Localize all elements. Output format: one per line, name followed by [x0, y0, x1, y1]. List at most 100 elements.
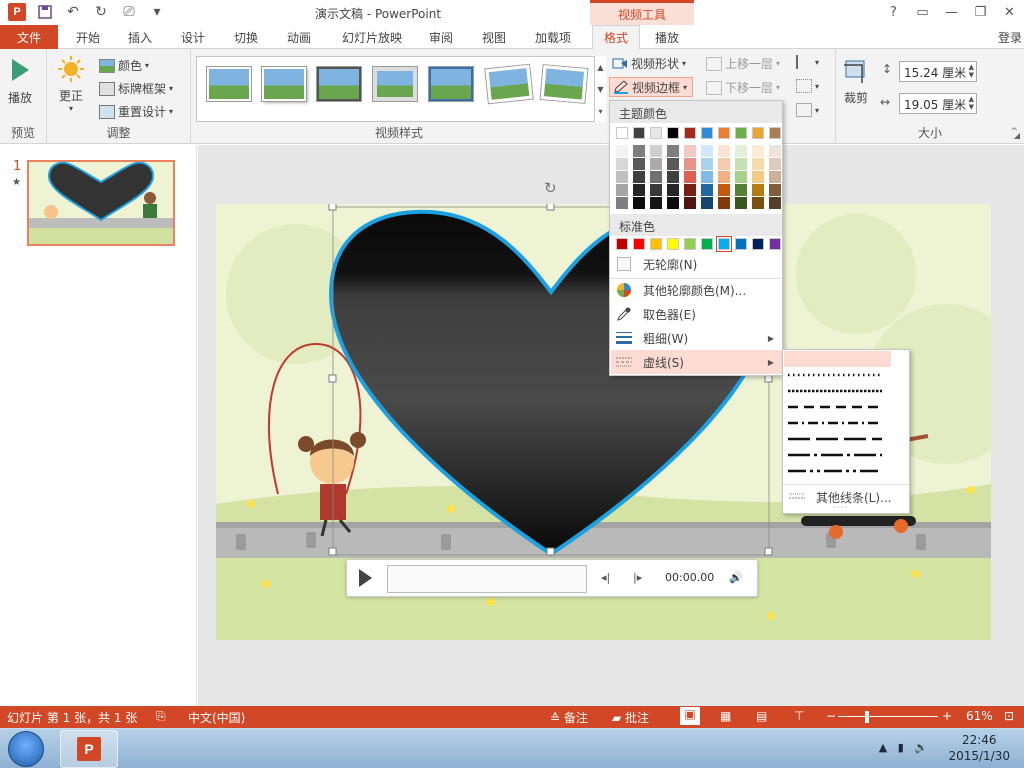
theme-shade-swatch[interactable]: [616, 158, 628, 170]
tab-view[interactable]: 视图: [469, 25, 519, 49]
standard-color-swatch[interactable]: [650, 238, 662, 250]
network-icon[interactable]: ▮: [898, 741, 904, 754]
dash-style-square-dot[interactable]: [786, 383, 886, 399]
dash-style-dash-dot[interactable]: [786, 415, 886, 431]
tab-animations[interactable]: 动画: [274, 25, 324, 49]
tab-design[interactable]: 设计: [168, 25, 218, 49]
theme-color-swatch[interactable]: [667, 127, 679, 139]
theme-shade-swatch[interactable]: [701, 184, 713, 196]
dash-style-long-dash-dot[interactable]: [786, 447, 886, 463]
taskbar-clock[interactable]: 22:46 2015/1/30: [948, 732, 1010, 764]
fit-slide-icon[interactable]: ⊡: [1004, 709, 1014, 723]
help-icon[interactable]: ?: [879, 0, 908, 25]
theme-shade-swatch[interactable]: [616, 197, 628, 209]
theme-color-swatch[interactable]: [735, 127, 747, 139]
theme-shade-swatch[interactable]: [701, 158, 713, 170]
theme-shade-swatch[interactable]: [650, 184, 662, 196]
collapse-ribbon-icon[interactable]: ^: [1010, 127, 1018, 137]
theme-shade-swatch[interactable]: [718, 171, 730, 183]
rotate-button[interactable]: ▾: [796, 103, 819, 117]
tab-playback[interactable]: 播放: [643, 25, 691, 49]
video-style-thumb[interactable]: [207, 67, 251, 101]
theme-shade-swatch[interactable]: [650, 171, 662, 183]
theme-shade-swatch[interactable]: [769, 184, 781, 196]
theme-color-swatch[interactable]: [752, 127, 764, 139]
volume-tray-icon[interactable]: 🔈: [914, 741, 928, 754]
slideshow-view-icon[interactable]: ⊤: [794, 709, 804, 723]
tab-slideshow[interactable]: 幻灯片放映: [330, 25, 414, 49]
theme-shade-swatch[interactable]: [769, 158, 781, 170]
dash-style-long-dash[interactable]: [786, 431, 886, 447]
theme-shade-swatch[interactable]: [667, 197, 679, 209]
color-button[interactable]: 颜色 ▾: [99, 57, 149, 74]
bring-forward-button[interactable]: 上移一层 ▾: [706, 55, 780, 72]
skip-forward-icon[interactable]: |▸: [633, 571, 642, 584]
theme-shade-swatch[interactable]: [684, 158, 696, 170]
theme-shade-swatch[interactable]: [616, 171, 628, 183]
theme-shade-swatch[interactable]: [684, 145, 696, 157]
theme-shade-swatch[interactable]: [667, 158, 679, 170]
reading-view-icon[interactable]: ▤: [756, 709, 767, 723]
notes-button[interactable]: ≙ 备注: [550, 709, 588, 726]
video-shape-button[interactable]: 视频形状 ▾: [612, 55, 686, 72]
theme-shade-swatch[interactable]: [701, 145, 713, 157]
normal-view-icon[interactable]: ▣: [680, 707, 700, 725]
standard-color-swatch[interactable]: [769, 238, 781, 250]
video-style-thumb[interactable]: [262, 67, 306, 101]
standard-color-swatch[interactable]: [616, 238, 628, 250]
tab-home[interactable]: 开始: [63, 25, 113, 49]
theme-shade-swatch[interactable]: [667, 145, 679, 157]
standard-color-swatch[interactable]: [716, 236, 732, 252]
theme-shade-swatch[interactable]: [718, 197, 730, 209]
theme-color-swatch[interactable]: [701, 127, 713, 139]
standard-color-swatch[interactable]: [684, 238, 696, 250]
minimize-icon[interactable]: —: [937, 0, 966, 25]
poster-frame-button[interactable]: 标牌框架 ▾: [99, 80, 173, 97]
tab-file[interactable]: 文件: [0, 25, 58, 49]
theme-shade-swatch[interactable]: [735, 171, 747, 183]
dash-style-dash[interactable]: [786, 399, 886, 415]
theme-shade-swatch[interactable]: [769, 197, 781, 209]
video-style-thumb[interactable]: [429, 67, 473, 101]
comments-button[interactable]: ▰ 批注: [612, 709, 649, 726]
theme-shade-swatch[interactable]: [633, 171, 645, 183]
play-button[interactable]: 播放: [8, 57, 32, 106]
resize-grip-icon[interactable]: ····: [833, 503, 848, 513]
theme-shade-swatch[interactable]: [735, 145, 747, 157]
weight-item[interactable]: 粗细(W) ▶: [611, 326, 782, 350]
theme-shade-swatch[interactable]: [684, 197, 696, 209]
skip-back-icon[interactable]: ◂|: [601, 571, 610, 584]
theme-shade-swatch[interactable]: [684, 171, 696, 183]
theme-color-swatch[interactable]: [718, 127, 730, 139]
zoom-slider-thumb[interactable]: [865, 711, 869, 723]
theme-color-swatch[interactable]: [650, 127, 662, 139]
video-style-thumb[interactable]: [373, 67, 417, 101]
theme-shade-swatch[interactable]: [735, 197, 747, 209]
tab-review[interactable]: 审阅: [416, 25, 466, 49]
more-outline-colors-item[interactable]: 其他轮廓颜色(M)...: [611, 278, 782, 302]
customize-qat-icon[interactable]: ▾: [148, 3, 166, 21]
close-icon[interactable]: ✕: [995, 0, 1024, 25]
theme-shade-swatch[interactable]: [752, 171, 764, 183]
tab-format[interactable]: 格式: [592, 25, 640, 50]
standard-color-swatch[interactable]: [667, 238, 679, 250]
video-style-thumb[interactable]: [317, 67, 361, 101]
width-input[interactable]: 19.05 厘米 ▲ ▼: [899, 93, 977, 114]
theme-shade-swatch[interactable]: [701, 171, 713, 183]
theme-shade-swatch[interactable]: [633, 197, 645, 209]
volume-icon[interactable]: 🔊: [729, 571, 743, 584]
spellcheck-icon[interactable]: ⎘: [156, 709, 166, 724]
language-status[interactable]: 中文(中国): [188, 709, 245, 726]
tab-addins[interactable]: 加载项: [522, 25, 584, 49]
theme-shade-swatch[interactable]: [650, 158, 662, 170]
theme-shade-swatch[interactable]: [650, 197, 662, 209]
theme-color-swatch[interactable]: [633, 127, 645, 139]
video-style-thumb[interactable]: [485, 64, 533, 104]
present-from-start-icon[interactable]: ⎚: [120, 3, 138, 21]
theme-shade-swatch[interactable]: [667, 171, 679, 183]
reset-design-button[interactable]: 重置设计 ▾: [99, 103, 173, 120]
start-button-icon[interactable]: [8, 731, 44, 767]
slide-sorter-icon[interactable]: ▦: [720, 709, 731, 723]
undo-icon[interactable]: ↶: [64, 3, 82, 21]
dash-style-long-dash-dot-dot[interactable]: [786, 463, 886, 479]
